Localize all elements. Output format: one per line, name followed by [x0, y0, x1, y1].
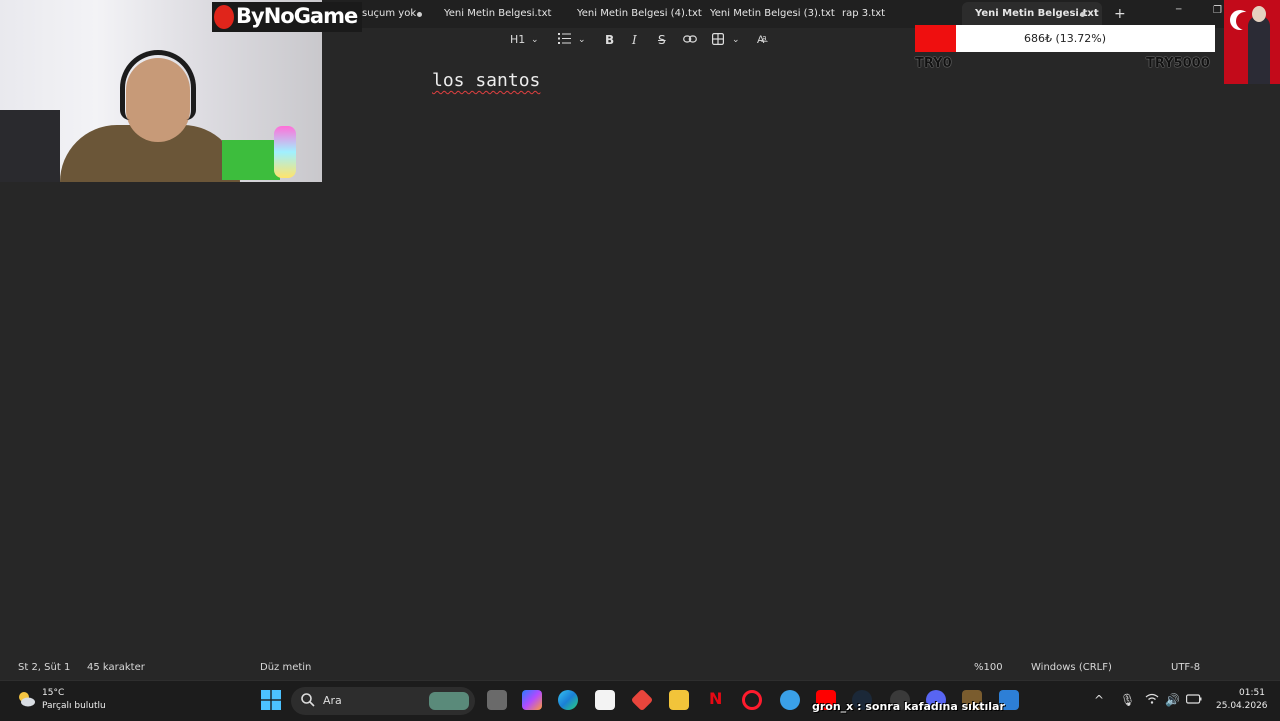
table-icon[interactable] [712, 33, 725, 48]
taskbar-search[interactable]: Ara [291, 687, 475, 715]
search-placeholder: Ara [323, 694, 342, 707]
editor-content[interactable]: los santos [432, 70, 540, 91]
chat-message: gron_x : sonra kafadına sıktılar [812, 700, 1005, 713]
bynogame-logo-text: ByNoGame [236, 4, 358, 28]
document-text: los santos [432, 70, 541, 91]
tab-yeni-metin-belgesi[interactable]: Yeni Metin Belgesi.txt [444, 8, 551, 19]
weather-desc[interactable]: Parçalı bulutlu [42, 701, 106, 711]
copilot-icon[interactable] [522, 690, 542, 710]
battery-icon[interactable] [1186, 693, 1202, 707]
spellcheck-icon[interactable]: A̶ͣ [757, 33, 764, 46]
weather-temp[interactable]: 15°C [42, 688, 64, 698]
tab-yeni-metin-belgesi-3[interactable]: Yeni Metin Belgesi (3).txt [710, 8, 835, 19]
link-icon[interactable] [683, 33, 697, 47]
microphone-icon[interactable]: 🎙 [1120, 693, 1135, 707]
clock-date[interactable]: 25.04.2026 [1216, 701, 1268, 711]
app-globe-icon[interactable] [780, 690, 800, 710]
edge-icon[interactable] [558, 690, 578, 710]
chevron-up-icon[interactable]: ^ [1094, 693, 1104, 707]
heading-dropdown[interactable]: H1 [510, 33, 525, 46]
webcam-background [0, 110, 60, 182]
webcam-green-object [222, 140, 280, 180]
text-format[interactable]: Düz metin [260, 662, 311, 673]
strikethrough-button[interactable]: S [658, 33, 666, 47]
opera-icon[interactable] [742, 690, 762, 710]
store-icon[interactable] [595, 690, 615, 710]
search-highlight-icon [429, 692, 469, 710]
chevron-down-icon[interactable]: ⌄ [531, 35, 539, 45]
tab-yeni-metin-belgesi-4[interactable]: Yeni Metin Belgesi (4).txt [577, 8, 702, 19]
unsaved-dot-icon [417, 12, 422, 17]
bold-button[interactable]: B [605, 33, 614, 47]
donation-max: TRY5000 [1146, 56, 1210, 71]
webcam-headset [120, 50, 196, 120]
search-icon [301, 693, 315, 710]
wifi-icon[interactable] [1145, 693, 1159, 707]
encoding[interactable]: UTF-8 [1171, 662, 1200, 673]
unsaved-dot-icon [1080, 12, 1085, 17]
bynogame-logo-icon [214, 5, 234, 29]
chevron-down-icon[interactable]: ⌄ [578, 35, 586, 45]
zoom-level[interactable]: %100 [974, 662, 1003, 673]
portrait-figure [1248, 16, 1270, 84]
italic-button[interactable]: I [632, 33, 637, 47]
donation-label: 686₺ (13.72%) [1023, 32, 1107, 45]
new-tab-button[interactable]: + [1114, 6, 1126, 22]
clock-time[interactable]: 01:51 [1239, 688, 1265, 698]
list-icon[interactable] [558, 33, 571, 47]
donation-goal-bar: 686₺ (13.72%) [915, 25, 1215, 52]
volume-icon[interactable]: 🔊 [1165, 693, 1180, 707]
webcam-rgb-light [274, 126, 296, 178]
folder-icon[interactable] [669, 690, 689, 710]
windows-start-icon[interactable] [261, 690, 281, 713]
tab-rap-3[interactable]: rap 3.txt [842, 8, 885, 19]
netflix-icon[interactable]: N [709, 689, 722, 708]
chevron-down-icon[interactable]: ⌄ [732, 35, 740, 45]
weather-icon[interactable] [16, 690, 36, 711]
minimize-button[interactable]: ─ [1176, 5, 1181, 15]
restore-button[interactable]: ❐ [1213, 5, 1222, 16]
cursor-position: St 2, Süt 1 [18, 662, 71, 673]
donation-min: TRY0 [915, 56, 952, 71]
line-endings[interactable]: Windows (CRLF) [1031, 662, 1112, 673]
task-view-icon[interactable] [487, 690, 507, 710]
tab-sucum-yok[interactable]: suçum yok [362, 8, 416, 19]
flag-overlay [1224, 0, 1280, 84]
character-count: 45 karakter [87, 662, 145, 673]
